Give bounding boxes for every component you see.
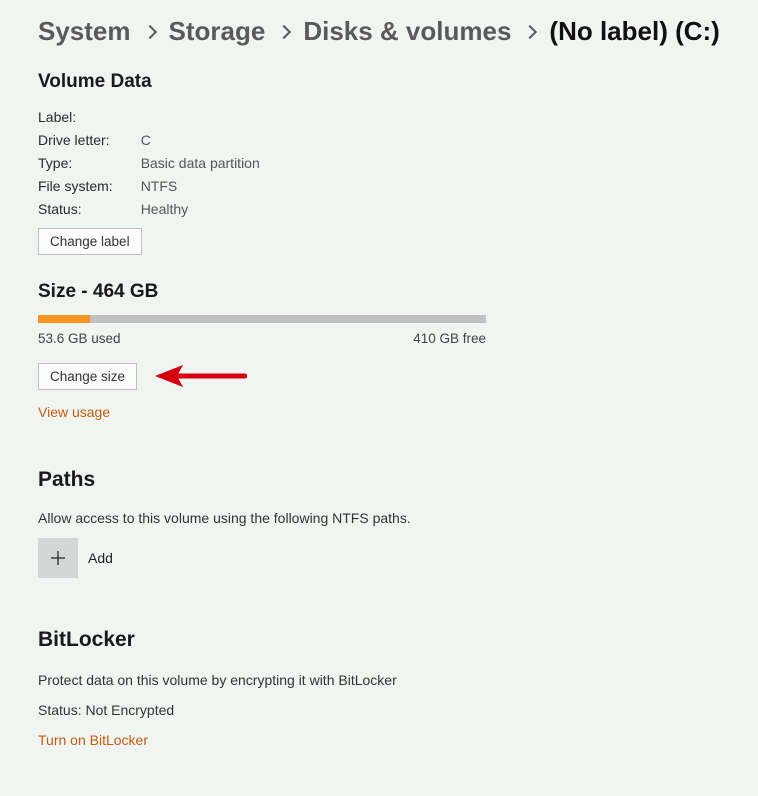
- chevron-right-icon: [145, 27, 155, 37]
- change-label-button[interactable]: Change label: [38, 228, 142, 255]
- turn-on-bitlocker-link[interactable]: Turn on BitLocker: [38, 732, 148, 748]
- drive-letter-key: Drive letter:: [38, 132, 141, 155]
- add-path-label: Add: [88, 550, 113, 566]
- size-heading: Size - 464 GB: [38, 281, 736, 303]
- type-key: Type:: [38, 155, 141, 178]
- file-system-value: NTFS: [141, 178, 260, 201]
- paths-heading: Paths: [38, 468, 736, 492]
- arrow-left-annotation-icon: [155, 362, 247, 390]
- status-key: Status:: [38, 201, 141, 224]
- breadcrumb-current: (No label) (C:): [549, 16, 719, 47]
- volume-data-heading: Volume Data: [38, 71, 736, 93]
- add-path-button[interactable]: [38, 538, 78, 578]
- bitlocker-status: Status: Not Encrypted: [38, 702, 736, 718]
- file-system-key: File system:: [38, 178, 141, 201]
- drive-letter-value: C: [141, 132, 260, 155]
- label-key: Label:: [38, 109, 141, 132]
- chevron-right-icon: [525, 27, 535, 37]
- usage-bar-fill: [38, 315, 90, 323]
- view-usage-link[interactable]: View usage: [38, 404, 110, 420]
- label-value: [141, 109, 260, 132]
- type-value: Basic data partition: [141, 155, 260, 178]
- breadcrumb: System Storage Disks & volumes (No label…: [38, 16, 736, 47]
- status-value: Healthy: [141, 201, 260, 224]
- breadcrumb-system[interactable]: System: [38, 16, 131, 47]
- chevron-right-icon: [279, 27, 289, 37]
- plus-icon: [50, 550, 66, 566]
- bitlocker-heading: BitLocker: [38, 628, 736, 652]
- used-label: 53.6 GB used: [38, 331, 121, 346]
- bitlocker-description: Protect data on this volume by encryptin…: [38, 672, 736, 688]
- breadcrumb-storage[interactable]: Storage: [169, 16, 266, 47]
- volume-data-table: Label: Drive letter: C Type: Basic data …: [38, 109, 260, 224]
- breadcrumb-disks-volumes[interactable]: Disks & volumes: [303, 16, 511, 47]
- free-label: 410 GB free: [413, 331, 486, 346]
- paths-description: Allow access to this volume using the fo…: [38, 510, 736, 526]
- usage-bar: 53.6 GB used 410 GB free: [38, 315, 486, 346]
- change-size-button[interactable]: Change size: [38, 363, 137, 390]
